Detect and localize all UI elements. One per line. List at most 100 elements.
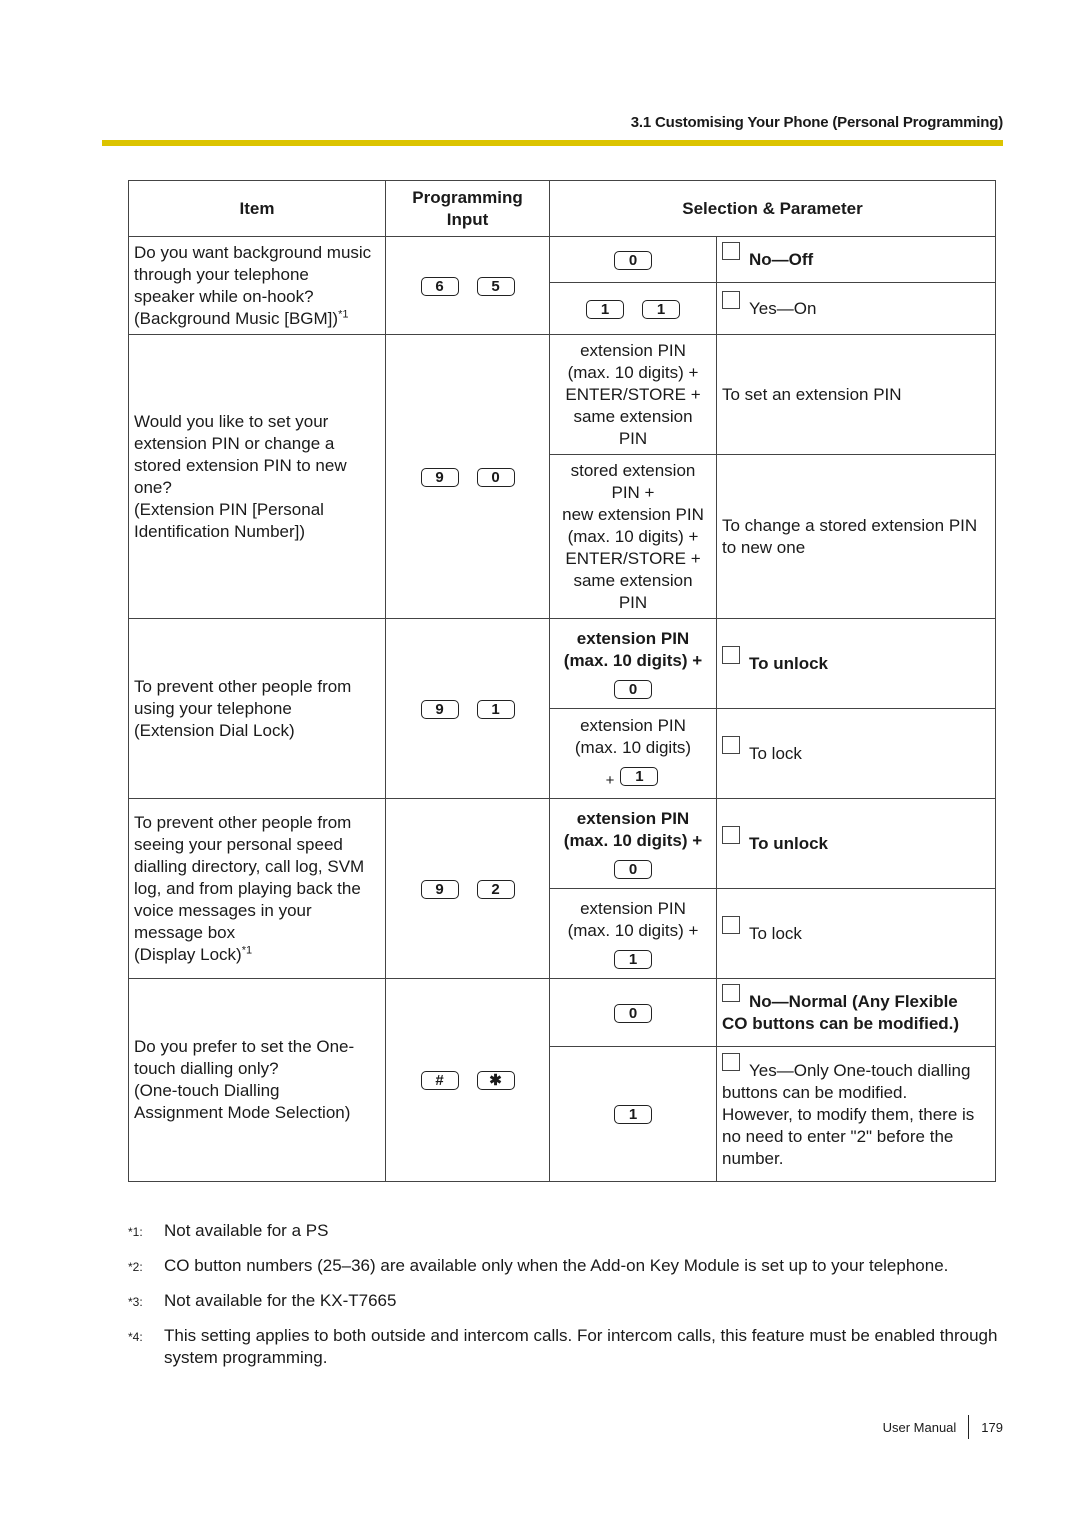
selection-line: PIN [618,592,648,612]
item-line: Would you like to set your [134,411,329,431]
selection-line: extension PIN [580,340,686,360]
item-description: To prevent other people from seeing your … [128,798,386,979]
footnote-text: Not available for a PS [164,1221,329,1240]
checkbox-icon [722,736,740,754]
programming-input: 91 [385,618,550,799]
programming-input: 92 [385,798,550,979]
parameter-cell: To unlock [716,618,996,709]
selection-cell: 1 [549,1046,717,1182]
footnote-mark: *2: [128,1260,143,1274]
item-line: stored extension PIN to new [134,455,347,475]
checkbox-icon [722,916,740,934]
selection-cell: extension PIN (max. 10 digits) + 1 [549,888,717,979]
parameter-line: However, to modify them, there is [722,1104,975,1124]
item-line: through your telephone [134,264,309,284]
parameter-label: To lock [749,744,802,763]
parameter-line: number. [722,1148,784,1168]
selection-line: (max. 10 digits) [574,738,692,757]
dial-key-icon: 1 [476,699,515,719]
dial-key-icon: 1 [620,767,659,787]
selection-line: PIN + [611,482,655,502]
item-description: Do you prefer to set the One-touch diall… [128,978,386,1182]
checkbox-icon [722,826,740,844]
table-row: To prevent other people from seeing your … [128,798,996,979]
parameter-cell: Yes—On [716,282,996,335]
item-line: Do you want background music [134,242,372,262]
page-footer: User Manual 179 [883,1415,1003,1439]
selection-line: (max. 10 digits) + [567,362,699,382]
programming-table: Item Programming Input Selection & Param… [128,180,996,1182]
selection-line: stored extension [570,460,696,480]
footnote: *3: Not available for the KX-T7665 [128,1290,1008,1313]
item-line: one? [134,477,172,497]
footnote-mark: *1: [128,1225,143,1239]
plus-sign: + [605,772,615,789]
item-line: Do you prefer to set the One- [134,1037,355,1056]
item-line: Identification Number]) [134,521,306,541]
item-line: (Extension PIN [Personal [134,499,324,519]
selection-cell: 11 [549,282,717,335]
table-header-row: Item Programming Input Selection & Param… [128,180,996,237]
dial-key-icon: # [420,1071,459,1091]
selection-line: same extension [573,406,693,426]
item-line: Assignment Mode Selection) [134,1103,351,1122]
parameter-label: To unlock [749,834,829,853]
selection-cell: 0 [549,236,717,283]
column-header-item: Item [128,180,386,237]
checkbox-icon [722,1052,740,1071]
dial-key-icon: 5 [476,276,515,296]
parameter-cell: To set an extension PIN [716,334,996,455]
table-row: Would you like to set your extension PIN … [128,334,996,619]
parameter-line: Yes—Only One-touch dialling [749,1060,971,1080]
dial-key-icon: 1 [614,1105,652,1125]
programming-input: 90 [385,334,550,619]
section-title: 3.1 Customising Your Phone (Personal Pro… [630,114,1003,131]
footnote-ref: *1 [338,307,349,320]
parameter-cell: No—Off [716,236,996,283]
item-line: To prevent other people from [134,676,352,696]
dial-key-icon: 1 [614,949,652,969]
dial-key-icon: 1 [586,299,624,319]
selection-cell: 0 [549,978,717,1047]
parameter-cell: To unlock [716,798,996,889]
dial-key-icon: 0 [614,859,652,879]
selection-line: (max. 10 digits) + [567,920,699,940]
column-header-input-label: Programming Input [412,187,523,229]
selection-line: same extension [573,570,693,590]
programming-input: 65 [385,236,550,335]
parameter-line: CO buttons can be modified.) [722,1014,960,1033]
item-line: seeing your personal speed [134,834,343,854]
selection-line: extension PIN [580,716,686,735]
selection-cell: extension PIN (max. 10 digits) +1 [549,708,717,799]
item-line: message box [134,922,236,942]
selection-line: ENTER/STORE + [565,384,701,404]
parameter-cell: To change a stored extension PIN to new o… [716,454,996,619]
footnote-ref: *1 [241,943,253,956]
selection-line: new extension PIN [562,504,704,524]
footnote: *4: This setting applies to both outside … [128,1325,1008,1369]
checkbox-icon [722,646,740,664]
parameter-label: Yes—On [749,299,817,318]
selection-line: extension PIN [580,898,686,918]
footnote-text: Not available for the KX-T7665 [164,1291,397,1310]
item-description: Do you want background music through your… [128,236,386,335]
item-line: (One-touch Dialling [134,1081,280,1100]
table-row: Do you want background music through your… [128,236,996,335]
selection-line: (max. 10 digits) + [563,650,703,670]
checkbox-icon [722,984,740,1002]
table-row: To prevent other people from using your t… [128,618,996,799]
item-line: voice messages in your [134,900,312,920]
item-line: dialling directory, call log, SVM [134,856,365,876]
parameter-label: To lock [749,924,802,943]
checkbox-icon [722,242,740,260]
parameter-line: No—Normal (Any Flexible [749,992,958,1011]
item-line: (Extension Dial Lock) [134,720,295,740]
item-description: To prevent other people from using your t… [128,618,386,799]
page-number: 179 [981,1419,1003,1435]
dial-key-icon: 2 [476,879,515,899]
parameter-label: To unlock [749,654,829,673]
parameter-line: no need to enter "2" before the [722,1126,954,1146]
item-line: To prevent other people from [134,812,352,832]
footnote: *1: Not available for a PS [128,1220,1008,1243]
selection-cell: extension PIN (max. 10 digits) + ENTER/STO… [549,334,717,455]
